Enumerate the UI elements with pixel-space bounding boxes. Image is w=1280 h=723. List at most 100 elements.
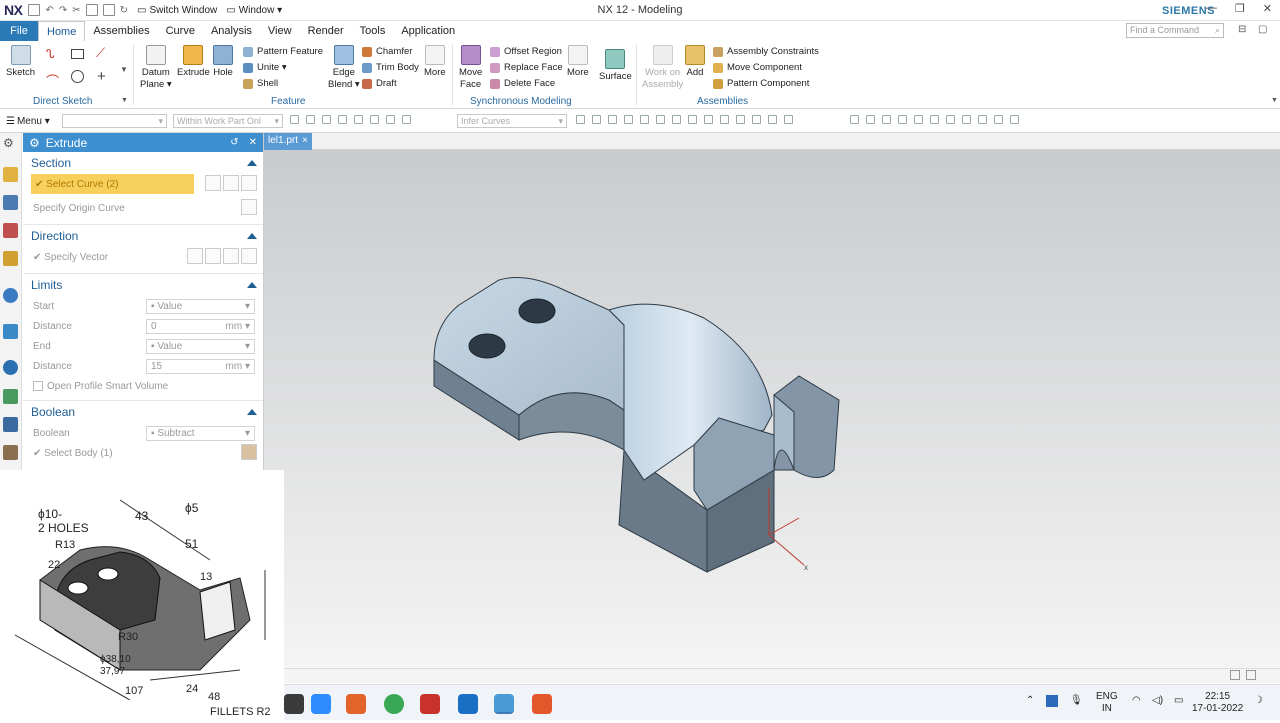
minimize-icon[interactable]: —: [1206, 2, 1217, 15]
snap-icon[interactable]: [704, 115, 713, 124]
edge-blend-button[interactable]: Edge Blend ▾: [328, 45, 360, 91]
snap-icon[interactable]: [608, 115, 617, 124]
curve-rule-icon[interactable]: [241, 175, 257, 191]
open-profile-row[interactable]: Open Profile Smart Volume: [23, 376, 263, 396]
tab-curve[interactable]: Curve: [158, 21, 203, 41]
web-browser-icon[interactable]: [3, 288, 18, 303]
replace-face-button[interactable]: Replace Face: [490, 62, 563, 73]
sketch-section-icon[interactable]: [205, 175, 221, 191]
sync-more-button[interactable]: More: [567, 45, 589, 79]
view-icon[interactable]: [930, 115, 939, 124]
select-curve-row[interactable]: ✔ Select Curve (2): [23, 174, 263, 194]
taskbar-app-icon[interactable]: [284, 694, 304, 714]
clock-icon[interactable]: [3, 360, 18, 375]
reuse-library-icon[interactable]: [3, 251, 18, 266]
section-header[interactable]: Section: [23, 152, 263, 174]
status-icon[interactable]: [1230, 670, 1240, 680]
line-icon[interactable]: ⟋: [96, 45, 105, 61]
filter-icon[interactable]: [306, 115, 315, 124]
undo-icon[interactable]: ↶: [45, 5, 53, 16]
hole-feature[interactable]: [518, 298, 556, 324]
selection-scope-select[interactable]: Within Work Part Onl ▾: [173, 114, 283, 128]
view-icon[interactable]: [978, 115, 987, 124]
chamfer-button[interactable]: Chamfer: [362, 46, 412, 57]
battery-icon[interactable]: ▭: [1174, 695, 1183, 707]
switch-window-button[interactable]: ▭ Switch Window: [137, 5, 217, 16]
select-body-row[interactable]: ✔ Select Body (1): [23, 443, 263, 463]
distance-start-input[interactable]: 0 mm ▾: [146, 318, 255, 334]
window-menu-button[interactable]: ▭ Window ▾: [226, 5, 282, 16]
hole-button[interactable]: Hole: [213, 45, 233, 79]
end-select[interactable]: ▪ Value ▾: [146, 338, 255, 354]
view-icon[interactable]: [914, 115, 923, 124]
tab-tools[interactable]: Tools: [352, 21, 394, 41]
assembly-navigator-icon[interactable]: [3, 167, 18, 182]
save-icon[interactable]: [28, 4, 41, 16]
close-icon[interactable]: ×: [302, 135, 308, 148]
filter-icon[interactable]: [370, 115, 379, 124]
surface-button[interactable]: Surface: [599, 49, 632, 83]
paste-icon[interactable]: [102, 4, 115, 16]
zoom-icon[interactable]: [311, 694, 331, 714]
view-icon[interactable]: [866, 115, 875, 124]
clock[interactable]: 22:15 17-01-2022: [1192, 691, 1243, 715]
draft-button[interactable]: Draft: [362, 78, 397, 89]
repeat-icon[interactable]: ↻: [120, 5, 128, 16]
security-icon[interactable]: [1046, 695, 1058, 707]
vector-icon[interactable]: [205, 248, 221, 264]
hole-feature[interactable]: [468, 333, 506, 359]
tab-render[interactable]: Render: [300, 21, 352, 41]
tab-analysis[interactable]: Analysis: [203, 21, 260, 41]
snap-icon[interactable]: [624, 115, 633, 124]
view-icon[interactable]: [850, 115, 859, 124]
sketch-button[interactable]: Sketch: [6, 45, 35, 79]
type-filter-select[interactable]: ▾: [62, 114, 167, 128]
view-icon[interactable]: [898, 115, 907, 124]
close-icon[interactable]: ✕: [1263, 2, 1272, 15]
tab-view[interactable]: View: [260, 21, 300, 41]
restore-icon[interactable]: ❐: [1235, 2, 1245, 15]
ribbon-options-icon[interactable]: ▼: [1271, 97, 1278, 104]
history-icon[interactable]: [3, 324, 18, 339]
curve-icon[interactable]: [223, 175, 239, 191]
tab-application[interactable]: Application: [393, 21, 463, 41]
chrome-icon[interactable]: [384, 694, 404, 714]
profile-icon[interactable]: ᔐ: [46, 47, 55, 61]
snap-icon[interactable]: [736, 115, 745, 124]
unite-button[interactable]: Unite ▾: [243, 62, 287, 73]
limits-header[interactable]: Limits: [23, 273, 263, 296]
model-view[interactable]: x: [264, 150, 1280, 668]
filter-icon[interactable]: [322, 115, 331, 124]
add-component-button[interactable]: Add: [685, 45, 705, 79]
pattern-feature-button[interactable]: Pattern Feature: [243, 46, 323, 57]
tab-assemblies[interactable]: Assemblies: [85, 21, 157, 41]
rectangle-icon[interactable]: [71, 49, 84, 59]
open-profile-checkbox[interactable]: [33, 381, 43, 391]
snap-icon[interactable]: [592, 115, 601, 124]
boolean-select[interactable]: ▪ Subtract ▾: [146, 425, 255, 441]
shell-button[interactable]: Shell: [243, 78, 278, 89]
graphics-window[interactable]: x: [264, 150, 1280, 668]
nx-taskbar-icon[interactable]: [494, 694, 514, 714]
point-icon[interactable]: +: [97, 68, 106, 85]
menu-button[interactable]: ☰ Menu ▾: [6, 116, 50, 127]
outlook-icon[interactable]: [458, 694, 478, 714]
origin-curve-row[interactable]: Specify Origin Curve: [23, 198, 263, 218]
view-icon[interactable]: [994, 115, 1003, 124]
datum-plane-button[interactable]: Datum Plane ▾: [140, 45, 172, 91]
start-select[interactable]: ▪ Value ▾: [146, 298, 255, 314]
status-icon[interactable]: [1246, 670, 1256, 680]
view-icon[interactable]: [946, 115, 955, 124]
tab-home[interactable]: Home: [38, 21, 86, 41]
copy-icon[interactable]: [85, 4, 98, 16]
snap-icon[interactable]: [720, 115, 729, 124]
assembly-constraints-button[interactable]: Assembly Constraints: [713, 46, 819, 57]
filter-icon[interactable]: [354, 115, 363, 124]
microphone-icon[interactable]: 🎙: [1070, 695, 1083, 707]
solidworks-icon[interactable]: [420, 694, 440, 714]
origin-curve-icon[interactable]: [241, 199, 257, 215]
process-studio-icon[interactable]: [3, 389, 18, 404]
pattern-component-button[interactable]: Pattern Component: [713, 78, 809, 89]
snap-icon[interactable]: [784, 115, 793, 124]
offset-region-button[interactable]: Offset Region: [490, 46, 562, 57]
